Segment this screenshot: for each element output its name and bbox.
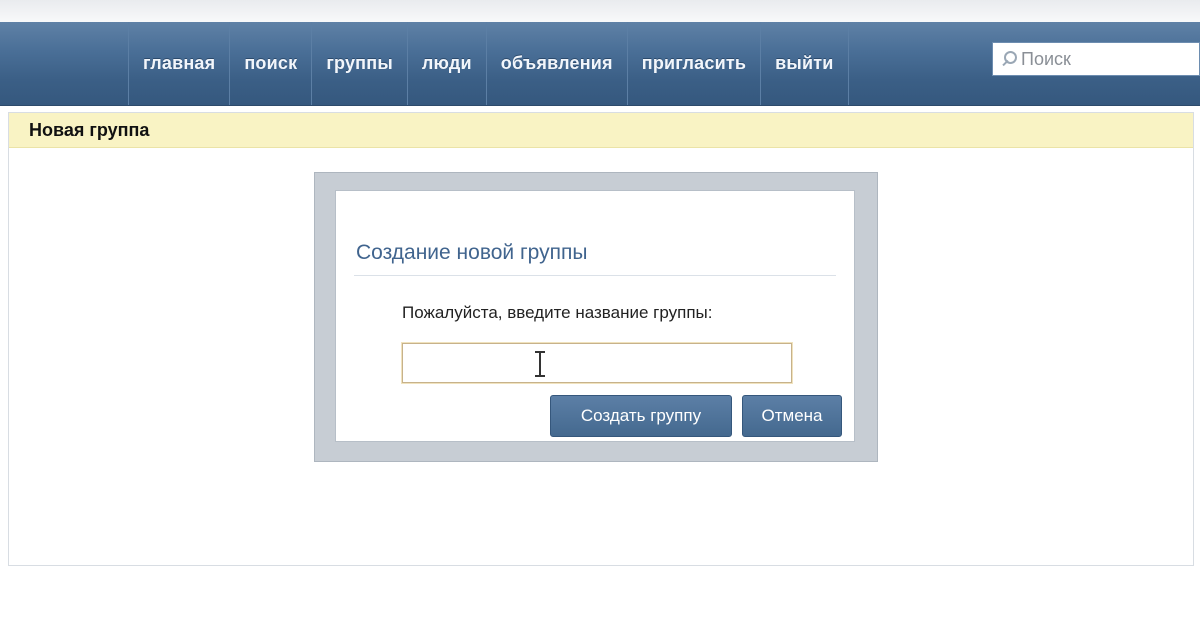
create-group-button[interactable]: Создать группу — [550, 395, 732, 437]
page-title: Новая группа — [29, 119, 150, 140]
dialog-prompt: Пожалуйста, введите название группы: — [402, 303, 713, 322]
nav-item-label: группы — [326, 53, 393, 73]
page-title-bar: Новая группа — [9, 113, 1193, 148]
nav-item-logout[interactable]: выйти — [760, 22, 849, 105]
group-name-input[interactable] — [401, 342, 793, 384]
nav-item-search[interactable]: поиск — [229, 22, 311, 105]
nav-item-label: люди — [421, 53, 472, 73]
nav-item-home[interactable]: главная — [128, 22, 229, 105]
nav-item-invite[interactable]: пригласить — [626, 22, 760, 105]
main-nav: главная поиск группы люди объявления при… — [128, 22, 849, 105]
top-strip — [0, 0, 1200, 22]
nav-item-label: объявления — [500, 53, 613, 73]
search-input[interactable] — [1019, 48, 1191, 70]
search-icon — [999, 49, 1019, 69]
dialog-frame: Создание новой группы Пожалуйста, введит… — [314, 172, 878, 462]
cancel-button[interactable]: Отмена — [742, 395, 842, 437]
create-group-dialog: Создание новой группы Пожалуйста, введит… — [335, 190, 855, 442]
dialog-title: Создание новой группы — [356, 241, 588, 264]
dialog-divider — [354, 275, 836, 276]
header-bar: главная поиск группы люди объявления при… — [0, 22, 1200, 106]
nav-item-label: выйти — [775, 53, 834, 73]
nav-item-label: поиск — [244, 53, 298, 73]
cancel-button-label: Отмена — [761, 406, 823, 425]
nav-item-label: главная — [143, 53, 216, 73]
nav-item-groups[interactable]: группы — [311, 22, 407, 105]
create-group-button-label: Создать группу — [580, 406, 702, 425]
nav-item-ads[interactable]: объявления — [485, 22, 627, 105]
nav-item-people[interactable]: люди — [406, 22, 486, 105]
search-box — [992, 42, 1200, 76]
nav-item-label: пригласить — [641, 53, 747, 73]
text-cursor-icon — [534, 351, 546, 377]
